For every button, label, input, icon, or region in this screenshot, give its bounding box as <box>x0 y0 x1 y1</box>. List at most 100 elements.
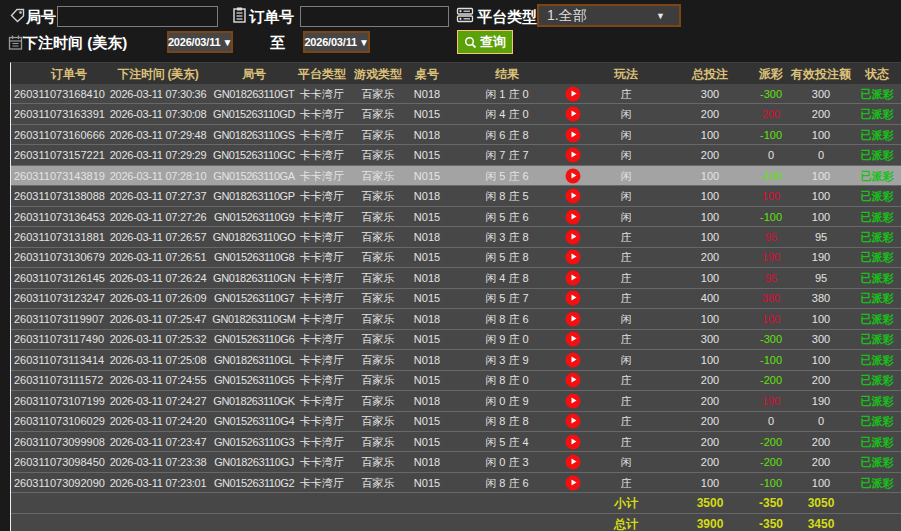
cell-bet: 200 <box>701 415 719 427</box>
total-label: 总计 <box>614 515 638 531</box>
cell-round: GN015263110G4 <box>214 415 294 427</box>
cell-order: 260311073092090 <box>14 477 105 489</box>
cell-bet: 200 <box>701 456 719 468</box>
cell-play: 闲 <box>621 209 632 224</box>
header-payout: 派彩 <box>759 65 783 82</box>
cell-round: GN018263110GK <box>213 395 294 407</box>
play-video-icon[interactable] <box>566 189 581 204</box>
cell-bet: 200 <box>701 395 719 407</box>
play-video-icon[interactable] <box>566 393 581 408</box>
platform-select[interactable]: 1.全部 ▼ <box>537 4 681 27</box>
cell-bet: 400 <box>701 292 719 304</box>
play-video-icon[interactable] <box>566 250 581 265</box>
cell-table-no: N015 <box>414 415 440 427</box>
play-video-icon[interactable] <box>566 148 581 163</box>
table-row[interactable]: 2603110731174902026-03-11 07:25:32GN0152… <box>11 330 901 350</box>
cell-result: 闲 0 庄 9 <box>485 393 528 408</box>
cell-platform: 卡卡湾厅 <box>300 455 344 470</box>
cell-table-no: N015 <box>414 170 440 182</box>
play-video-icon[interactable] <box>566 270 581 285</box>
table-row[interactable]: 2603110731684102026-03-11 07:30:36GN0182… <box>11 84 901 104</box>
play-video-icon[interactable] <box>566 352 581 367</box>
cell-game: 百家乐 <box>362 373 395 388</box>
cell-order: 260311073138088 <box>14 190 105 202</box>
cell-valid: 0 <box>818 415 824 427</box>
table-row[interactable]: 2603110731199072026-03-11 07:25:47GN0182… <box>11 309 901 329</box>
cell-game: 百家乐 <box>362 107 395 122</box>
play-video-icon[interactable] <box>566 291 581 306</box>
cell-game: 百家乐 <box>362 86 395 101</box>
header-play: 玩法 <box>614 65 638 82</box>
cell-result: 闲 5 庄 6 <box>485 209 528 224</box>
cell-play: 庄 <box>621 393 632 408</box>
header-game: 游戏类型 <box>354 65 402 82</box>
table-row[interactable]: 2603110731438192026-03-11 07:28:10GN0152… <box>11 166 901 186</box>
cell-order: 260311073117490 <box>14 333 104 345</box>
play-video-icon[interactable] <box>566 127 581 142</box>
cell-order: 260311073098450 <box>14 456 105 468</box>
cell-table-no: N015 <box>414 149 440 161</box>
table-row[interactable]: 2603110731071992026-03-11 07:24:27GN0182… <box>11 391 901 411</box>
date-from-picker[interactable]: 2026/03/11▼ <box>167 31 233 53</box>
cell-table-no: N018 <box>414 354 440 366</box>
play-video-icon[interactable] <box>566 209 581 224</box>
round-input[interactable] <box>57 6 218 27</box>
cell-round: GN015263110G5 <box>214 374 294 386</box>
play-video-icon[interactable] <box>566 332 581 347</box>
play-video-icon[interactable] <box>566 475 581 490</box>
cell-game: 百家乐 <box>362 189 395 204</box>
cell-order: 260311073106029 <box>14 415 105 427</box>
cell-result: 闲 3 庄 8 <box>485 230 528 245</box>
play-video-icon[interactable] <box>566 311 581 326</box>
cell-table-no: N015 <box>414 211 440 223</box>
table-row[interactable]: 2603110731572212026-03-11 07:29:29GN0152… <box>11 145 901 165</box>
cell-valid: 200 <box>812 456 830 468</box>
cell-result: 闲 5 庄 8 <box>485 250 528 265</box>
search-button[interactable]: 查询 <box>457 30 513 54</box>
play-video-icon[interactable] <box>566 455 581 470</box>
cell-time: 2026-03-11 07:28:10 <box>110 170 207 182</box>
cell-platform: 卡卡湾厅 <box>300 209 344 224</box>
table-row[interactable]: 2603110731232472026-03-11 07:26:09GN0152… <box>11 289 901 309</box>
cell-play: 闲 <box>621 127 632 142</box>
cell-order: 260311073143819 <box>14 170 105 182</box>
table-row[interactable]: 2603110730920902026-03-11 07:23:01GN0152… <box>11 473 901 493</box>
cell-round: GN015263110G9 <box>214 211 294 223</box>
play-video-icon[interactable] <box>566 414 581 429</box>
play-video-icon[interactable] <box>566 86 581 101</box>
table-row[interactable]: 2603110730999082026-03-11 07:23:47GN0152… <box>11 432 901 452</box>
play-video-icon[interactable] <box>566 168 581 183</box>
play-video-icon[interactable] <box>566 434 581 449</box>
date-to-picker[interactable]: 2026/03/11▼ <box>303 31 370 53</box>
cell-bet: 100 <box>701 129 719 141</box>
cell-result: 闲 8 庄 8 <box>485 414 528 429</box>
cell-round: GN015263110GD <box>213 108 295 120</box>
table-row[interactable]: 2603110731380882026-03-11 07:27:37GN0182… <box>11 186 901 206</box>
cell-time: 2026-03-11 07:30:36 <box>110 88 207 100</box>
cell-play: 闲 <box>621 455 632 470</box>
order-input[interactable] <box>300 6 449 27</box>
cell-platform: 卡卡湾厅 <box>300 86 344 101</box>
play-video-icon[interactable] <box>566 230 581 245</box>
table-row[interactable]: 2603110731606662026-03-11 07:29:48GN0182… <box>11 125 901 145</box>
table-row[interactable]: 2603110731364532026-03-11 07:27:26GN0152… <box>11 207 901 227</box>
cell-table-no: N015 <box>414 436 440 448</box>
table-row[interactable]: 2603110731134142026-03-11 07:25:08GN0182… <box>11 350 901 370</box>
table-row[interactable]: 2603110731318812026-03-11 07:26:57GN0182… <box>11 227 901 247</box>
cell-play: 闲 <box>621 352 632 367</box>
cell-bet: 200 <box>701 149 719 161</box>
table-row[interactable]: 2603110731115722026-03-11 07:24:55GN0152… <box>11 371 901 391</box>
play-video-icon[interactable] <box>566 107 581 122</box>
cell-result: 闲 8 庄 0 <box>485 373 528 388</box>
cell-result: 闲 3 庄 9 <box>485 352 528 367</box>
table-row[interactable]: 2603110731060292026-03-11 07:24:20GN0152… <box>11 412 901 432</box>
table-row[interactable]: 2603110731261452026-03-11 07:26:24GN0182… <box>11 268 901 288</box>
cell-bet: 200 <box>701 374 719 386</box>
cell-play: 庄 <box>621 270 632 285</box>
cell-platform: 卡卡湾厅 <box>300 373 344 388</box>
table-row[interactable]: 2603110730984502026-03-11 07:23:38GN0182… <box>11 452 901 472</box>
play-video-icon[interactable] <box>566 373 581 388</box>
cell-status: 已派彩 <box>861 148 894 163</box>
table-row[interactable]: 2603110731306792026-03-11 07:26:51GN0152… <box>11 248 901 268</box>
table-row[interactable]: 2603110731633912026-03-11 07:30:08GN0152… <box>11 104 901 124</box>
